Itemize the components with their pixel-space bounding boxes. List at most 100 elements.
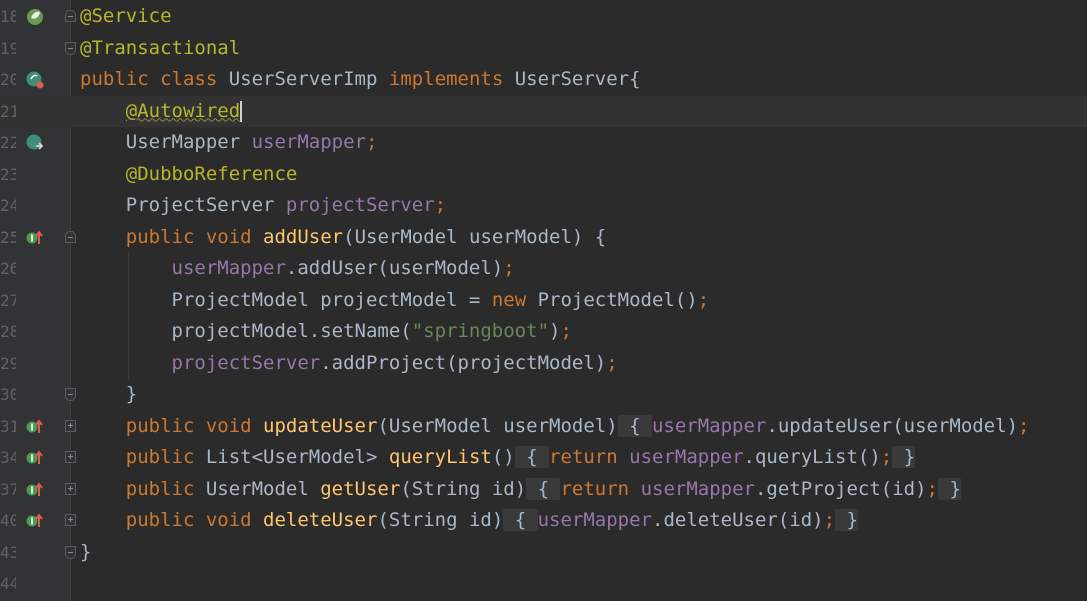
- code-line[interactable]: 43}: [0, 537, 1087, 569]
- fold-collapse-icon[interactable]: [65, 230, 76, 243]
- code-token: .getProject(id): [754, 477, 927, 500]
- code-token: .queryList(): [743, 446, 881, 468]
- code-text[interactable]: public class UserServerImp implements Us…: [80, 64, 641, 96]
- code-line[interactable]: 26 userMapper.addUser(userModel);: [0, 253, 1087, 285]
- implements-method-icon[interactable]: [25, 417, 45, 437]
- code-token: ProjectModel projectModel =: [80, 288, 492, 311]
- code-token: ): [549, 320, 561, 342]
- code-line[interactable]: 28 projectModel.setName("springboot");: [0, 316, 1087, 348]
- code-text[interactable]: @DubboReference: [80, 159, 298, 191]
- code-token: projectServer: [171, 351, 321, 374]
- code-token: void: [205, 225, 264, 248]
- code-text[interactable]: userMapper.addUser(userModel);: [80, 253, 515, 285]
- code-line[interactable]: 30 }: [0, 379, 1087, 411]
- code-token: .addUser(userModel): [285, 257, 504, 279]
- code-token: userMapper: [171, 257, 286, 279]
- code-token: void: [205, 414, 264, 437]
- text-caret: [240, 100, 243, 122]
- line-number: 31: [0, 416, 16, 436]
- code-token: class: [160, 68, 229, 90]
- code-token: .addProject(projectModel): [320, 351, 607, 374]
- implements-method-icon[interactable]: [25, 448, 45, 468]
- fold-collapse-icon[interactable]: [65, 545, 76, 559]
- fold-collapse-icon[interactable]: [65, 10, 76, 22]
- code-line[interactable]: 24 ProjectServer projectServer;: [0, 190, 1087, 222]
- code-line[interactable]: 27 ProjectModel projectModel = new Proje…: [0, 285, 1087, 317]
- implements-method-icon[interactable]: [25, 228, 45, 248]
- code-line[interactable]: 37 public UserModel getUser(String id) {…: [0, 474, 1087, 506]
- code-token: updateUser: [263, 414, 378, 437]
- fold-expand-icon[interactable]: [65, 514, 76, 526]
- code-token: ProjectServer: [80, 194, 286, 216]
- fold-collapse-icon[interactable]: [65, 388, 76, 401]
- line-number: 19: [0, 38, 16, 58]
- code-token: getUser: [320, 477, 401, 500]
- code-text[interactable]: ProjectServer projectServer;: [80, 190, 446, 222]
- spring-bean-injection-icon[interactable]: [25, 133, 45, 153]
- fold-expand-icon[interactable]: [65, 419, 76, 432]
- code-token: UserMapper: [80, 131, 252, 153]
- fold-collapse-icon[interactable]: [65, 41, 76, 55]
- code-token: userMapper: [640, 477, 755, 500]
- code-token: (String id): [377, 509, 504, 531]
- code-text[interactable]: @Autowired: [80, 96, 243, 128]
- code-text[interactable]: projectServer.addProject(projectModel);: [80, 348, 618, 380]
- code-token: (UserModel userModel): [377, 414, 618, 437]
- code-text[interactable]: @Transactional: [80, 33, 240, 65]
- code-line[interactable]: 18 @Service: [0, 1, 1087, 33]
- code-token: return: [560, 477, 641, 500]
- code-line[interactable]: 44: [0, 568, 1087, 600]
- code-token: List<UserModel>: [205, 446, 389, 468]
- code-token: ;: [1018, 414, 1030, 437]
- line-number: 18: [0, 7, 16, 26]
- code-token: .deleteUser(id): [652, 509, 824, 531]
- code-token: userMapper: [537, 509, 652, 531]
- code-text[interactable]: ProjectModel projectModel = new ProjectM…: [80, 285, 710, 317]
- code-token: queryList: [388, 446, 492, 468]
- implements-method-icon[interactable]: [25, 480, 45, 500]
- code-token: {: [617, 414, 652, 437]
- line-number: 27: [0, 290, 16, 310]
- code-text[interactable]: public List<UserModel> queryList() { ret…: [80, 442, 916, 474]
- code-token: UserServerImp: [228, 68, 389, 90]
- fold-expand-icon[interactable]: [65, 482, 76, 495]
- code-text[interactable]: public void updateUser(UserModel userMod…: [80, 411, 1030, 443]
- code-line[interactable]: 22 UserMapper userMapper;: [0, 127, 1087, 159]
- code-line[interactable]: 34 public List<UserModel> queryList() { …: [0, 442, 1087, 474]
- line-number: 40: [0, 511, 16, 530]
- code-line[interactable]: 31 public void updateUser(UserModel user…: [0, 411, 1087, 443]
- implements-method-icon[interactable]: [25, 511, 45, 531]
- code-line[interactable]: 21 @Autowired: [0, 95, 1087, 128]
- code-line[interactable]: 23 @DubboReference: [0, 159, 1087, 191]
- code-text[interactable]: }: [80, 379, 137, 411]
- spring-bean-navigate-icon[interactable]: [25, 70, 45, 90]
- code-line[interactable]: 19 @Transactional: [0, 33, 1087, 65]
- code-line[interactable]: 25 public void addUser(UserModel userMod…: [0, 222, 1087, 254]
- code-token: public: [125, 509, 206, 531]
- code-line[interactable]: 20 public class UserServerImp implements …: [0, 64, 1087, 96]
- code-text[interactable]: @Service: [80, 1, 172, 33]
- code-text[interactable]: public UserModel getUser(String id) { re…: [80, 474, 961, 506]
- code-line[interactable]: 29 projectServer.addProject(projectModel…: [0, 348, 1087, 380]
- code-token: UserModel: [205, 477, 321, 500]
- code-line[interactable]: 40 public void deleteUser(String id) { u…: [0, 505, 1087, 537]
- code-token: {: [514, 446, 550, 468]
- code-editor[interactable]: 18 @Service 19 @Transactional 20 public class…: [0, 0, 1087, 601]
- code-token: public: [80, 68, 161, 90]
- code-text[interactable]: }: [80, 537, 91, 569]
- code-text[interactable]: public void deleteUser(String id) { user…: [80, 505, 858, 537]
- code-token: ;: [560, 320, 572, 342]
- code-text[interactable]: public void addUser(UserModel userModel)…: [80, 222, 606, 254]
- line-number: 21: [0, 101, 16, 121]
- line-number: 29: [0, 353, 16, 373]
- code-token: {: [503, 509, 538, 531]
- code-text[interactable]: projectModel.setName("springboot");: [80, 316, 572, 348]
- fold-expand-icon[interactable]: [65, 451, 76, 463]
- line-number: 20: [0, 70, 16, 89]
- code-text[interactable]: UserMapper userMapper;: [80, 127, 378, 159]
- spring-bean-icon[interactable]: [25, 7, 45, 27]
- line-number: 43: [0, 542, 16, 562]
